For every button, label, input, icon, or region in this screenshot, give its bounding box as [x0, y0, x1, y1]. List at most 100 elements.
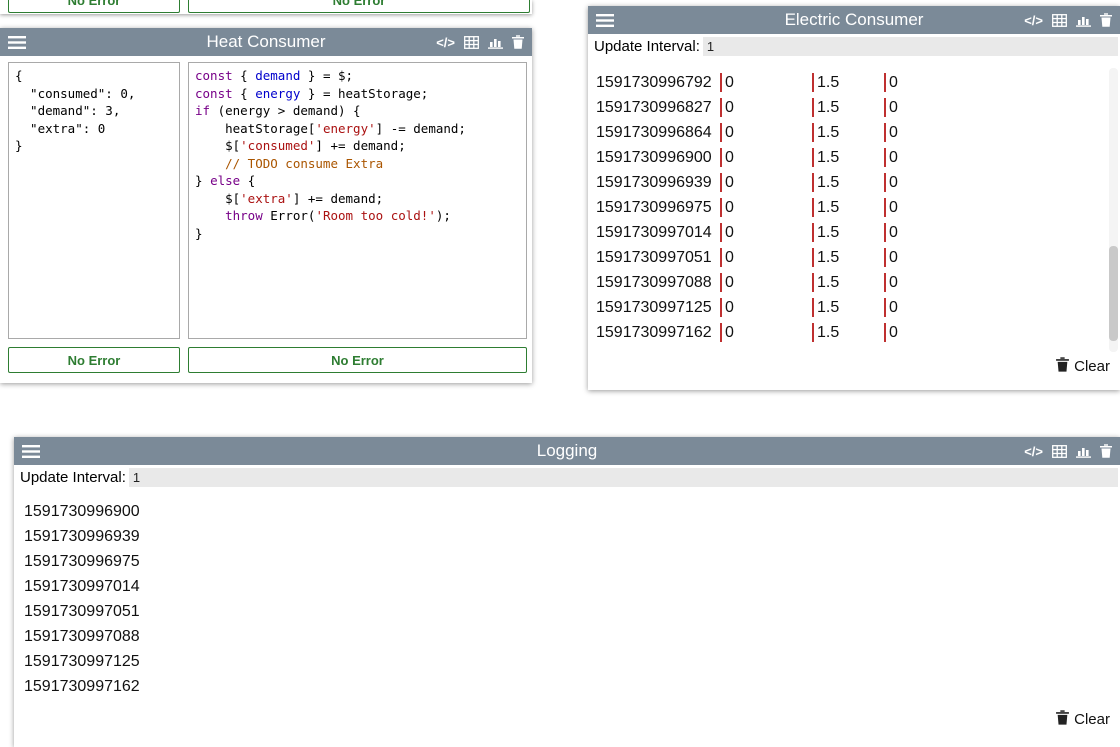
table-cell: 0 — [720, 98, 812, 117]
heat-consumer-header: Heat Consumer </> — [0, 28, 532, 56]
table-cell: 1.5 — [812, 148, 884, 167]
table-cell: 1591730996792 — [588, 73, 720, 92]
table-cell: 0 — [720, 198, 812, 217]
trash-icon — [1056, 357, 1069, 376]
code-line: } else { — [195, 172, 520, 190]
table-cell: 1591730997051 — [588, 248, 720, 267]
table-row: 159173099682701.50 — [588, 95, 1106, 120]
table-row: 159173099705101.50 — [588, 245, 1106, 270]
table-cell: 0 — [720, 248, 812, 267]
table-cell: 1591730997088 — [588, 273, 720, 292]
table-cell: 1.5 — [812, 198, 884, 217]
menu-icon[interactable] — [8, 36, 26, 49]
table-row: 159173099679201.50 — [588, 70, 1106, 95]
log-entry: 1591730996900 — [24, 499, 140, 524]
code-icon[interactable]: </> — [1024, 13, 1043, 28]
clear-button[interactable]: Clear — [1056, 357, 1110, 376]
table-row: 159173099708801.50 — [588, 270, 1106, 295]
table-cell: 0 — [884, 223, 1106, 242]
table-cell: 0 — [884, 198, 1106, 217]
table-cell: 0 — [884, 73, 1106, 92]
code-line: if (energy > demand) { — [195, 102, 520, 120]
table-cell: 1591730996939 — [588, 173, 720, 192]
panel-title: Logging — [14, 441, 1120, 461]
logging-header: Logging </> — [14, 437, 1120, 465]
table-cell: 1.5 — [812, 223, 884, 242]
table-row: 159173099690001.50 — [588, 145, 1106, 170]
table-row: 159173099712501.50 — [588, 295, 1106, 320]
table-cell: 0 — [720, 223, 812, 242]
table-row: 159173099686401.50 — [588, 120, 1106, 145]
no-error-button-right[interactable]: No Error — [188, 347, 527, 373]
table-cell: 1591730997014 — [588, 223, 720, 242]
table-icon[interactable] — [464, 36, 479, 49]
menu-icon[interactable] — [22, 445, 40, 458]
table-row: 159173099701401.50 — [588, 220, 1106, 245]
table-cell: 1591730997162 — [588, 323, 720, 342]
chart-icon[interactable] — [1076, 445, 1091, 458]
table-cell: 1.5 — [812, 98, 884, 117]
state-json[interactable]: { "consumed": 0, "demand": 3, "extra": 0… — [8, 62, 180, 339]
code-line: heatStorage['energy'] -= demand; — [195, 120, 520, 138]
log-entry: 1591730997014 — [24, 574, 140, 599]
table-cell: 0 — [884, 98, 1106, 117]
table-cell: 1591730996827 — [588, 98, 720, 117]
table-cell: 0 — [884, 273, 1106, 292]
table-cell: 0 — [720, 73, 812, 92]
no-error-button[interactable]: No Error — [8, 0, 180, 13]
no-error-button[interactable]: No Error — [188, 0, 530, 13]
table-cell: 1.5 — [812, 248, 884, 267]
log-entry: 1591730997125 — [24, 649, 140, 674]
chart-icon[interactable] — [1076, 14, 1091, 27]
table-cell: 0 — [720, 273, 812, 292]
code-line: $['consumed'] += demand; — [195, 137, 520, 155]
header-icons: </> — [1024, 444, 1112, 459]
panel-logging: Logging </> Update Interval: 1 159173099… — [14, 437, 1120, 747]
code-editor[interactable]: const { demand } = $;const { energy } = … — [188, 62, 527, 339]
electric-consumer-header: Electric Consumer </> — [588, 6, 1120, 34]
table-cell: 0 — [884, 248, 1106, 267]
table-row: 159173099697501.50 — [588, 195, 1106, 220]
update-interval-input[interactable]: 1 — [129, 468, 1118, 487]
table-icon[interactable] — [1052, 445, 1067, 458]
clear-label: Clear — [1074, 358, 1110, 375]
table-icon[interactable] — [1052, 14, 1067, 27]
table-cell: 0 — [884, 298, 1106, 317]
trash-icon[interactable] — [512, 35, 524, 49]
panel-electric-consumer: Electric Consumer </> Update Interval: 1… — [588, 6, 1120, 390]
table-cell: 0 — [884, 148, 1106, 167]
data-table: 159173099679201.50159173099682701.501591… — [588, 70, 1106, 345]
code-line: throw Error('Room too cold!'); — [195, 207, 520, 225]
cutoff-panel: No Error No Error — [0, 0, 532, 14]
menu-icon[interactable] — [596, 14, 614, 27]
scrollbar-thumb[interactable] — [1109, 246, 1118, 341]
clear-label: Clear — [1074, 711, 1110, 728]
update-interval-input[interactable]: 1 — [703, 37, 1118, 56]
table-cell: 0 — [720, 323, 812, 342]
table-cell: 0 — [884, 323, 1106, 342]
panel-heat-consumer: Heat Consumer </> { "consumed": 0, "dema… — [0, 28, 532, 383]
table-cell: 1591730996864 — [588, 123, 720, 142]
clear-button[interactable]: Clear — [1056, 710, 1110, 729]
table-cell: 0 — [720, 298, 812, 317]
table-cell: 1.5 — [812, 323, 884, 342]
header-icons: </> — [1024, 13, 1112, 28]
scrollbar-track[interactable] — [1109, 68, 1118, 352]
table-cell: 1.5 — [812, 298, 884, 317]
log-entry: 1591730997051 — [24, 599, 140, 624]
no-error-button-left[interactable]: No Error — [8, 347, 180, 373]
table-row: 159173099693901.50 — [588, 170, 1106, 195]
code-icon[interactable]: </> — [1024, 444, 1043, 459]
code-line: $['extra'] += demand; — [195, 190, 520, 208]
log-entry: 1591730997162 — [24, 674, 140, 699]
table-cell: 1.5 — [812, 123, 884, 142]
table-cell: 0 — [720, 123, 812, 142]
update-interval-row: Update Interval: 1 — [588, 34, 1120, 58]
update-interval-row: Update Interval: 1 — [14, 465, 1120, 489]
trash-icon[interactable] — [1100, 13, 1112, 27]
table-cell: 0 — [720, 173, 812, 192]
chart-icon[interactable] — [488, 36, 503, 49]
table-cell: 1591730996975 — [588, 198, 720, 217]
trash-icon[interactable] — [1100, 444, 1112, 458]
code-icon[interactable]: </> — [436, 35, 455, 50]
